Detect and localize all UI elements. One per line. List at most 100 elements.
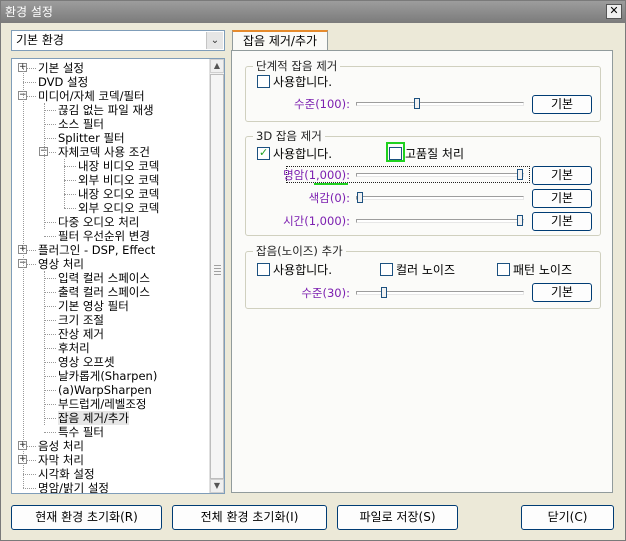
- tree-item-label: 다중 오디오 처리: [58, 215, 140, 229]
- tree-guide-line: [44, 271, 45, 425]
- tree-item-label: 후처리: [58, 341, 90, 355]
- tree-item[interactable]: 영상 처리: [38, 257, 84, 271]
- tree-item[interactable]: 외부 오디오 코덱: [78, 201, 159, 215]
- color-noise-checkbox[interactable]: 컬러 노이즈: [380, 262, 455, 278]
- add-noise-title: 잡음(노이즈) 추가: [253, 243, 346, 259]
- hq-checkbox[interactable]: 고품질 처리: [389, 146, 464, 162]
- checkbox-box[interactable]: [257, 263, 270, 276]
- color-noise-label: 컬러 노이즈: [396, 263, 456, 277]
- tree-connector: [44, 348, 56, 349]
- tree-item[interactable]: 잔상 제거: [58, 327, 104, 341]
- tree-item[interactable]: 미디어/자체 코덱/필터: [38, 89, 145, 103]
- save-to-file-button[interactable]: 파일로 저장(S): [337, 505, 458, 530]
- tree-item[interactable]: 시각화 설정: [38, 467, 95, 481]
- tree-item[interactable]: 후처리: [58, 341, 90, 355]
- tree-item[interactable]: 영상 오프셋: [58, 355, 115, 369]
- checkbox-box[interactable]: [257, 75, 270, 88]
- tree-item[interactable]: DVD 설정: [38, 75, 88, 89]
- tab-noise-filter[interactable]: 잡음 제거/추가: [232, 30, 328, 51]
- tree-item[interactable]: 출력 컬러 스페이스: [58, 285, 150, 299]
- tree-item[interactable]: 잡음 제거/추가: [58, 411, 130, 425]
- reset-current-button[interactable]: 현재 환경 초기화(R): [11, 505, 162, 530]
- tree-item[interactable]: (a)WarpSharpen: [58, 383, 152, 397]
- tree-item[interactable]: 외부 비디오 코덱: [78, 173, 159, 187]
- contrast-reset-button[interactable]: 기본: [532, 166, 592, 185]
- color-label: 색감(0):: [308, 191, 350, 205]
- scroll-thumb[interactable]: [210, 74, 224, 479]
- color-reset-button[interactable]: 기본: [532, 189, 592, 208]
- tree-item[interactable]: 명암/밝기 설정: [38, 481, 109, 493]
- slider-thumb[interactable]: [414, 98, 420, 109]
- tree-connector: [44, 334, 56, 335]
- tree-item-label: 입력 컬러 스페이스: [58, 271, 150, 285]
- checkbox-box[interactable]: [380, 263, 393, 276]
- time-reset-button[interactable]: 기본: [532, 212, 592, 231]
- tree-item[interactable]: 부드럽게/레벨조정: [58, 397, 147, 411]
- tree-item[interactable]: 크기 조절: [58, 313, 104, 327]
- color-slider[interactable]: [356, 192, 524, 203]
- tree-item[interactable]: 소스 필터: [58, 117, 104, 131]
- close-icon[interactable]: ✕: [606, 4, 622, 19]
- step-noise-group: 단계적 잡음 제거 사용합니다. 수준(100): 기본: [245, 58, 601, 122]
- tree-item[interactable]: 음성 처리: [38, 439, 84, 453]
- noise3d-enable-label: 사용합니다.: [273, 147, 333, 161]
- time-label: 시간(1,000):: [283, 214, 350, 228]
- slider-thumb[interactable]: [381, 287, 387, 298]
- tree-item-label: 부드럽게/레벨조정: [58, 397, 147, 411]
- tree-item-label: 끊김 없는 파일 재생: [58, 103, 154, 117]
- step-noise-enable-label: 사용합니다.: [273, 75, 333, 89]
- tree-item[interactable]: 필터 우선순위 변경: [58, 229, 150, 243]
- preset-select[interactable]: 기본 환경 ⌄: [11, 30, 225, 51]
- close-button[interactable]: 닫기(C): [521, 505, 614, 530]
- contrast-label: 명암(1,000):: [283, 168, 350, 182]
- tree-item[interactable]: Splitter 필터: [58, 131, 125, 145]
- slider-thumb[interactable]: [517, 169, 523, 180]
- scroll-up-icon[interactable]: ▲: [210, 59, 224, 73]
- noise3d-group: 3D 잡음 제거 ✓ 사용합니다. 고품질 처리 명암(1,000): 기본 색감…: [245, 128, 601, 236]
- tree-item[interactable]: 기본 영상 필터: [58, 299, 129, 313]
- tree-item-label: 기본 영상 필터: [58, 299, 129, 313]
- add-noise-reset-button[interactable]: 기본: [532, 283, 592, 302]
- checkbox-box[interactable]: ✓: [257, 146, 270, 160]
- add-noise-enable-checkbox[interactable]: 사용합니다.: [257, 262, 332, 278]
- step-noise-level-slider[interactable]: [356, 98, 524, 109]
- tree-connector: [44, 432, 56, 433]
- tree-connector: [44, 320, 56, 321]
- tree-item-label: 플러그인 - DSP, Effect: [38, 243, 156, 257]
- tree-connector: [44, 292, 56, 293]
- time-slider[interactable]: [356, 215, 524, 226]
- tree-scrollbar[interactable]: ▲ ▼: [209, 59, 224, 493]
- tree-item-label: 출력 컬러 스페이스: [58, 285, 150, 299]
- tree-item[interactable]: 플러그인 - DSP, Effect: [38, 243, 155, 257]
- noise3d-title: 3D 잡음 제거: [253, 128, 325, 144]
- tree-item[interactable]: 끊김 없는 파일 재생: [58, 103, 154, 117]
- step-noise-enable-checkbox[interactable]: 사용합니다.: [257, 74, 332, 90]
- noise3d-enable-checkbox[interactable]: ✓ 사용합니다.: [257, 146, 332, 162]
- tree-item[interactable]: 자막 처리: [38, 453, 84, 467]
- add-noise-level-slider[interactable]: [356, 287, 524, 298]
- tree-item[interactable]: 기본 설정: [38, 61, 84, 75]
- tree-item[interactable]: 내장 비디오 코덱: [78, 159, 159, 173]
- tree-item-label: 외부 오디오 코덱: [78, 201, 160, 215]
- tree-item-label: 잔상 제거: [58, 327, 104, 341]
- tree-item-label: (a)WarpSharpen: [58, 383, 152, 397]
- window-title: 환경 설정: [5, 5, 53, 19]
- contrast-slider[interactable]: [356, 169, 524, 180]
- scroll-down-icon[interactable]: ▼: [210, 479, 224, 493]
- tree-item[interactable]: 특수 필터: [58, 425, 104, 439]
- checkbox-box[interactable]: [389, 147, 402, 160]
- pattern-noise-checkbox[interactable]: 패턴 노이즈: [497, 262, 572, 278]
- slider-thumb[interactable]: [357, 192, 363, 203]
- checkbox-box[interactable]: [497, 263, 510, 276]
- step-noise-reset-button[interactable]: 기본: [532, 95, 592, 114]
- tree-item[interactable]: 자체코덱 사용 조건: [58, 145, 150, 159]
- tree-item[interactable]: 다중 오디오 처리: [58, 215, 139, 229]
- chevron-down-icon[interactable]: ⌄: [206, 32, 223, 49]
- tree-item[interactable]: 날카롭게(Sharpen): [58, 369, 157, 383]
- tree-item[interactable]: 입력 컬러 스페이스: [58, 271, 150, 285]
- slider-thumb[interactable]: [517, 215, 523, 226]
- tree-connector: [23, 474, 36, 475]
- tree-item[interactable]: 내장 오디오 코덱: [78, 187, 159, 201]
- tree-connector: [44, 222, 56, 223]
- reset-all-button[interactable]: 전체 환경 초기화(I): [172, 505, 327, 530]
